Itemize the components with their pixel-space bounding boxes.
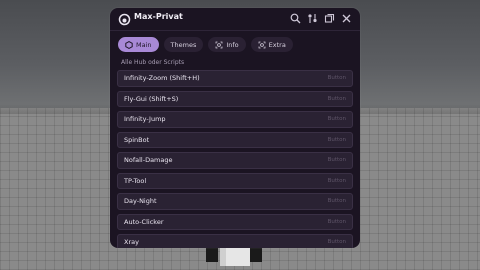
tab-main-label: Main xyxy=(136,40,152,49)
script-label: SpinBot xyxy=(124,135,150,144)
circle-icon xyxy=(125,40,133,49)
script-list: Infinity-Zoom (Shift+H) Button Fly-Gui (… xyxy=(117,70,353,248)
script-hub-window: Max-Privat Main Themes Info Extra Alle H… xyxy=(110,8,360,248)
script-row-auto-clicker[interactable]: Auto-Clicker Button xyxy=(117,213,353,230)
window-title: Max-Privat xyxy=(134,12,183,21)
settings-icon[interactable] xyxy=(307,13,318,24)
info-icon xyxy=(215,41,223,48)
script-label: TP-Tool xyxy=(124,176,147,185)
script-button-hint: Button xyxy=(327,136,346,143)
script-button-hint: Button xyxy=(327,239,346,246)
script-button-hint: Button xyxy=(327,177,346,184)
character-arm-left xyxy=(206,248,218,262)
script-label: Infinity-Jump xyxy=(124,115,166,124)
script-row-spinbot[interactable]: SpinBot Button xyxy=(117,131,353,148)
tab-themes-label: Themes xyxy=(170,40,197,49)
titlebar-divider xyxy=(110,30,360,31)
tab-info[interactable]: Info xyxy=(208,37,246,52)
character-arm-right xyxy=(250,248,262,262)
script-button-hint: Button xyxy=(327,75,346,82)
search-icon[interactable] xyxy=(290,13,301,24)
script-button-hint: Button xyxy=(327,157,346,164)
close-icon[interactable] xyxy=(341,13,352,24)
section-label: Alle Hub oder Scripts xyxy=(121,59,185,66)
tab-themes[interactable]: Themes xyxy=(163,37,204,52)
script-row-xray[interactable]: Xray Button xyxy=(117,234,353,248)
titlebar[interactable]: Max-Privat xyxy=(110,8,360,30)
script-row-infinity-jump[interactable]: Infinity-Jump Button xyxy=(117,111,353,128)
script-label: Nofall-Damage xyxy=(124,156,173,165)
script-label: Fly-Gui (Shift+S) xyxy=(124,94,179,103)
tab-bar: Main Themes Info Extra xyxy=(118,37,293,52)
script-row-day-night[interactable]: Day-Night Button xyxy=(117,193,353,210)
script-button-hint: Button xyxy=(327,198,346,205)
tab-main[interactable]: Main xyxy=(118,37,159,52)
tab-info-label: Info xyxy=(226,40,239,49)
tab-extra[interactable]: Extra xyxy=(250,37,293,52)
script-row-fly-gui[interactable]: Fly-Gui (Shift+S) Button xyxy=(117,90,353,107)
minimize-icon[interactable] xyxy=(324,13,335,24)
script-label: Auto-Clicker xyxy=(124,217,164,226)
script-label: Day-Night xyxy=(124,197,157,206)
script-row-tp-tool[interactable]: TP-Tool Button xyxy=(117,172,353,189)
logo-icon xyxy=(118,13,131,26)
extra-icon xyxy=(258,41,266,48)
tab-extra-label: Extra xyxy=(268,40,286,49)
script-button-hint: Button xyxy=(327,95,346,102)
script-row-nofall-damage[interactable]: Nofall-Damage Button xyxy=(117,152,353,169)
script-label: Infinity-Zoom (Shift+H) xyxy=(124,74,200,83)
script-button-hint: Button xyxy=(327,116,346,123)
script-row-infinity-zoom[interactable]: Infinity-Zoom (Shift+H) Button xyxy=(117,70,353,87)
script-label: Xray xyxy=(124,238,139,247)
script-button-hint: Button xyxy=(327,218,346,225)
